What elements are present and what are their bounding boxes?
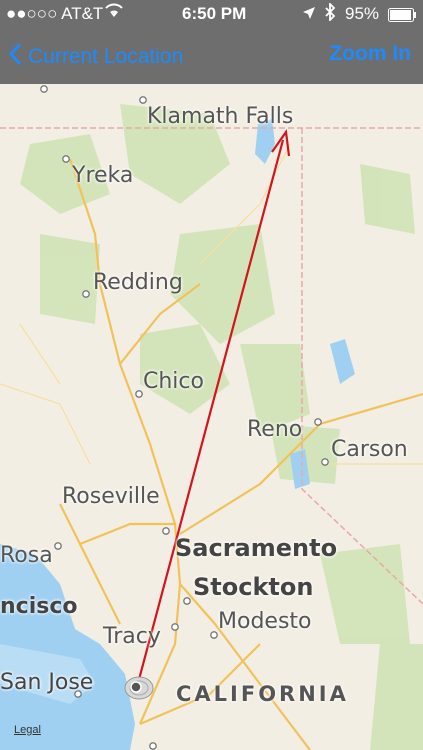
chevron-left-icon: [8, 42, 22, 72]
city-label: Reno: [247, 417, 303, 442]
legal-link[interactable]: Legal: [14, 724, 41, 736]
map-base: [0, 84, 423, 750]
wifi-icon: [104, 3, 124, 24]
current-location-marker[interactable]: [124, 674, 154, 707]
navigation-bar: Current Location Zoom In: [0, 28, 423, 84]
battery-percent: 95%: [345, 4, 380, 23]
city-label: Redding: [93, 270, 183, 295]
location-arrow-icon: [302, 5, 316, 25]
back-button-label: Current Location: [28, 45, 184, 68]
map-view[interactable]: Klamath Falls Yreka Redding Chico Reno C…: [0, 84, 423, 750]
zoom-in-button[interactable]: Zoom In: [329, 42, 411, 66]
city-label: Roseville: [62, 484, 160, 509]
bluetooth-icon: [324, 1, 336, 26]
city-label: Stockton: [193, 573, 314, 601]
city-label: San Jose: [0, 670, 94, 695]
city-label: Rosa: [0, 543, 53, 568]
city-label: Modesto: [218, 609, 312, 634]
state-label: CALIFORNIA: [176, 682, 349, 706]
battery-icon: [388, 7, 418, 27]
time-label: 6:50 PM: [182, 4, 247, 23]
city-label: Chico: [143, 369, 204, 394]
city-label: ncisco: [0, 594, 78, 619]
city-label: Tracy: [103, 624, 161, 649]
city-label: Carson: [331, 437, 408, 462]
city-label: Sacramento: [175, 534, 338, 562]
carrier-label: ●●○○○ AT&T: [6, 4, 104, 23]
city-label: Klamath Falls: [147, 104, 294, 129]
city-label: Yreka: [72, 163, 134, 188]
status-bar: ●●○○○ AT&T 6:50 PM 95%: [0, 0, 423, 28]
back-button[interactable]: Current Location: [8, 42, 183, 72]
